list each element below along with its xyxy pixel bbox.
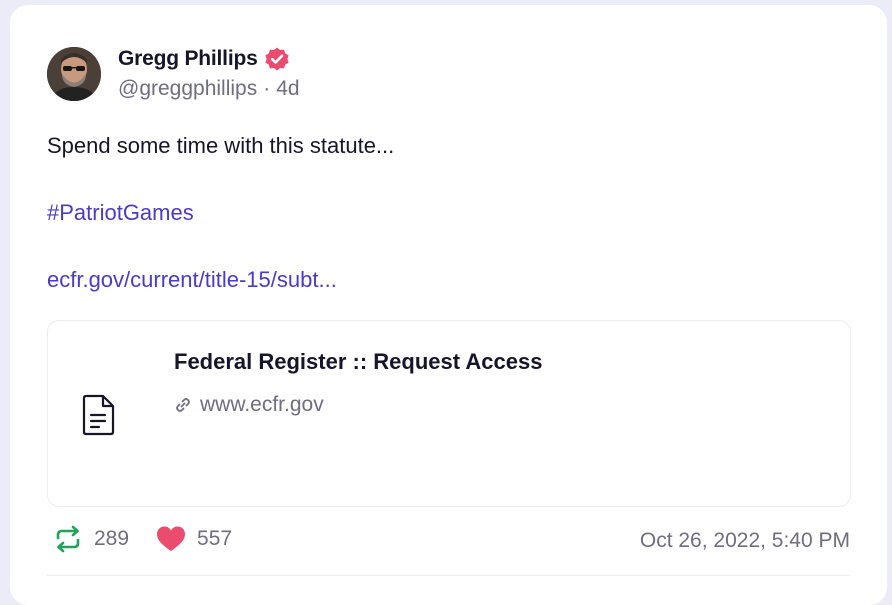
link-card-title: Federal Register :: Request Access [174,349,543,374]
author-avatar[interactable] [47,47,101,101]
post-actions: 289 557 [52,523,258,555]
post-timestamp[interactable]: Oct 26, 2022, 5:40 PM [640,529,850,553]
repost-button[interactable]: 289 [52,523,129,555]
author-display-name[interactable]: Gregg Phillips [118,47,258,71]
meta-separator: · [263,77,271,100]
document-icon [81,393,117,437]
link-card-domain: www.ecfr.gov [200,393,324,416]
verified-badge-icon [264,46,290,72]
post-age[interactable]: 4d [276,77,299,101]
author-meta: @greggphillips · 4d [118,77,300,101]
divider [47,575,850,576]
post-body-text: Spend some time with this statute... [47,133,395,158]
post-url-link[interactable]: ecfr.gov/current/title-15/subt... [47,267,337,293]
repost-icon [52,523,84,555]
link-card-domain-row: www.ecfr.gov [174,393,324,417]
repost-count: 289 [94,527,130,550]
heart-icon [155,523,187,555]
hashtag-link[interactable]: #PatriotGames [47,200,194,226]
author-name-row: Gregg Phillips [118,45,290,73]
post-card: Gregg Phillips @greggphillips · 4d Spend… [10,5,887,605]
like-count: 557 [197,527,233,550]
user-avatar-icon [47,47,101,101]
author-handle[interactable]: @greggphillips [118,77,257,101]
like-button[interactable]: 557 [155,523,232,555]
link-preview-card[interactable]: Federal Register :: Request Access www.e… [47,320,851,507]
link-chain-icon [174,396,192,414]
